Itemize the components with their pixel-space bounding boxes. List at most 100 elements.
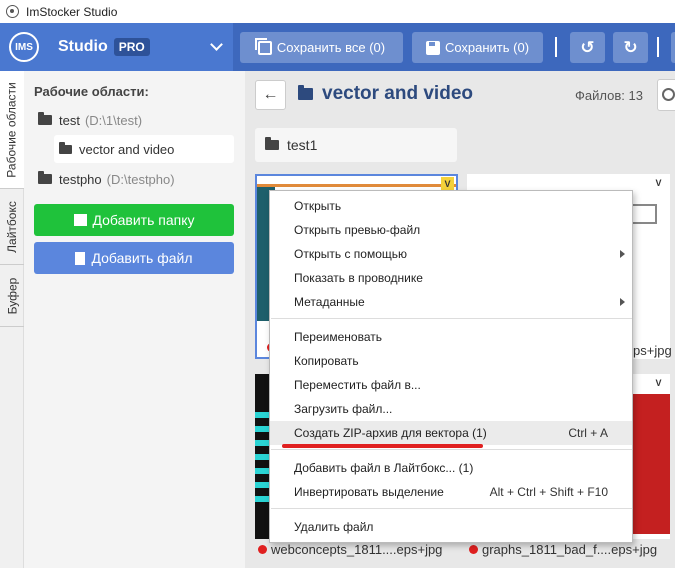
menu-item-open[interactable]: Открыть [270, 194, 632, 218]
menu-item-label: Открыть превью-файл [294, 223, 421, 237]
folder-icon [265, 137, 279, 150]
menu-item-label: Копировать [294, 354, 359, 368]
thumbnail-preview [257, 184, 456, 187]
menu-item-show-in-explorer[interactable]: Показать в проводнике [270, 266, 632, 290]
menu-item-move[interactable]: Переместить файл в... [270, 373, 632, 397]
undo-button[interactable]: ↺ [570, 32, 605, 63]
menu-item-invert-selection[interactable]: Инвертировать выделение Alt + Ctrl + Shif… [270, 480, 632, 504]
side-tabs: Рабочие области Лайтбокс Буфер [0, 71, 24, 568]
subfolder-item[interactable]: test1 [255, 128, 457, 162]
menu-item-label: Метаданные [294, 295, 365, 309]
menu-item-label: Добавить файл в Лайтбокс... (1) [294, 461, 474, 475]
folder-title: vector and video [322, 83, 473, 104]
workspace-name: vector and video [79, 141, 175, 157]
tab-lightbox[interactable]: Лайтбокс [0, 189, 24, 265]
highlight-underline [282, 444, 483, 448]
redo-button[interactable]: ↻ [613, 32, 648, 63]
tab-buffer-label: Буфер [5, 277, 20, 314]
menu-separator [271, 318, 632, 319]
menu-item-label: Загрузить файл... [294, 402, 393, 416]
subfolder-name: test1 [287, 137, 318, 153]
file-icon [75, 251, 86, 265]
workspace-name: testpho [59, 171, 102, 187]
vector-badge: V [655, 177, 662, 188]
tab-buffer[interactable]: Буфер [0, 265, 24, 327]
tab-workspaces-label: Рабочие области [5, 81, 20, 178]
arrow-left-icon: ← [262, 86, 279, 103]
menu-item-add-to-lightbox[interactable]: Добавить файл в Лайтбокс... (1) [270, 456, 632, 480]
save-button[interactable]: Сохранить (0) [412, 32, 543, 63]
menu-item-copy[interactable]: Копировать [270, 349, 632, 373]
menu-item-label: Инвертировать выделение [294, 485, 444, 499]
pro-badge: PRO [113, 38, 150, 56]
file-name: graphs_1811_bad_f....eps+jpg [482, 542, 658, 557]
menu-item-shortcut: Alt + Ctrl + Shift + F10 [489, 485, 608, 499]
back-button[interactable]: ← [255, 80, 286, 110]
brand-name: Studio [58, 38, 108, 55]
save-all-icon [254, 37, 272, 55]
file-name: webconcepts_1811....eps+jpg [271, 542, 443, 557]
workspace-name: test [59, 112, 80, 128]
menu-item-label: Открыть [294, 199, 342, 213]
menu-item-open-preview[interactable]: Открыть превью-файл [270, 218, 632, 242]
folder-icon [298, 85, 313, 100]
tab-lightbox-label: Лайтбокс [5, 200, 19, 253]
thumbnail-preview [255, 404, 269, 504]
workspace-item-test[interactable]: test (D:\1\test) [38, 106, 142, 134]
redo-icon: ↻ [623, 37, 638, 57]
menu-item-rename[interactable]: Переименовать [270, 325, 632, 349]
search-input[interactable] [657, 79, 675, 111]
add-folder-label: Добавить папку [92, 212, 195, 228]
workspace-path: (D:\testpho) [106, 171, 175, 187]
folder-open-icon [38, 112, 52, 125]
toolbar-divider [555, 37, 557, 57]
workspace-path: (D:\1\test) [84, 112, 143, 128]
file-count: Файлов: 13 [575, 88, 643, 103]
menu-item-label: Показать в проводнике [294, 271, 423, 285]
status-dot [469, 545, 478, 554]
submenu-arrow-icon [620, 250, 625, 258]
status-dot [258, 545, 267, 554]
submenu-arrow-icon [620, 298, 625, 306]
menu-item-label: Удалить файл [294, 520, 374, 534]
window-titlebar: ImStocker Studio [0, 0, 675, 23]
add-file-button[interactable]: Добавить файл [34, 242, 234, 274]
toolbar-overflow-button[interactable] [671, 32, 675, 63]
menu-item-open-with[interactable]: Открыть с помощью [270, 242, 632, 266]
file-caption: webconcepts_1811....eps+jpg [258, 542, 442, 557]
folder-header: vector and video [298, 83, 473, 105]
window-title: ImStocker Studio [26, 4, 118, 19]
menu-item-shortcut: Ctrl + A [568, 426, 608, 440]
menu-item-label: Переместить файл в... [294, 378, 421, 392]
save-all-button[interactable]: Сохранить все (0) [240, 32, 403, 63]
toolbar: Сохранить все (0) Сохранить (0) ↺ ↻ [233, 23, 675, 71]
workspaces-panel: Рабочие области: test (D:\1\test) vector… [24, 71, 245, 568]
workspaces-title: Рабочие области: [34, 84, 149, 99]
add-folder-button[interactable]: Добавить папку [34, 204, 234, 236]
menu-item-delete[interactable]: Удалить файл [270, 515, 632, 539]
add-file-label: Добавить файл [91, 250, 193, 266]
file-name: ps+jpg [633, 343, 672, 358]
menu-item-create-zip[interactable]: Создать ZIP-архив для вектора (1) Ctrl + … [270, 421, 632, 445]
ims-logo: IMS [9, 32, 39, 62]
menu-separator [271, 449, 632, 450]
tab-workspaces[interactable]: Рабочие области [0, 71, 24, 189]
file-caption: graphs_1811_bad_f....eps+jpg [469, 542, 657, 557]
brand-menu[interactable]: IMS Studio PRO [0, 23, 233, 71]
chevron-down-icon[interactable] [210, 38, 223, 51]
menu-item-label: Создать ZIP-архив для вектора (1) [294, 426, 487, 440]
vector-badge: V [655, 377, 662, 388]
menu-separator [271, 508, 632, 509]
vector-badge: V [441, 177, 454, 190]
workspace-item-vector-and-video[interactable]: vector and video [54, 135, 234, 163]
context-menu: Открыть Открыть превью-файл Открыть с по… [269, 190, 633, 543]
toolbar-divider [657, 37, 659, 57]
menu-item-metadata[interactable]: Метаданные [270, 290, 632, 314]
menu-item-label: Открыть с помощью [294, 247, 408, 261]
workspace-item-testpho[interactable]: testpho (D:\testpho) [38, 165, 175, 193]
save-icon [425, 40, 440, 55]
folder-plus-icon [73, 214, 87, 226]
menu-item-upload[interactable]: Загрузить файл... [270, 397, 632, 421]
folder-icon [38, 171, 52, 184]
save-all-label: Сохранить все (0) [276, 40, 386, 55]
